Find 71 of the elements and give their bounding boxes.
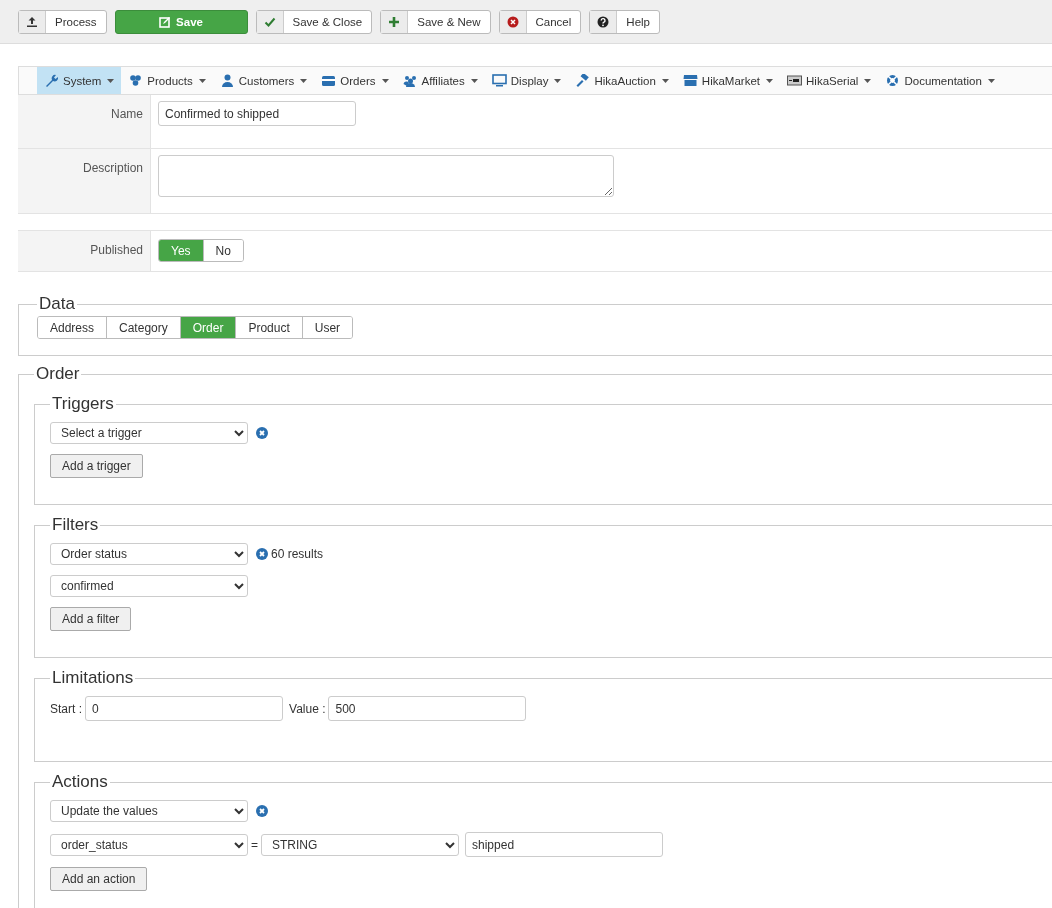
section-title: Filters [51, 515, 100, 535]
add-filter-button[interactable]: Add a filter [50, 607, 132, 631]
field-label: Published [90, 243, 143, 257]
caret-icon [300, 78, 308, 83]
remove-icon[interactable] [256, 805, 268, 817]
edit-icon [159, 15, 172, 28]
action-select[interactable]: Update the values [50, 800, 248, 822]
menu-item[interactable]: Documentation [878, 67, 1002, 94]
caret-icon [766, 78, 773, 83]
plus-icon [388, 15, 401, 28]
card-icon [321, 74, 337, 87]
start-input[interactable]: 0 [85, 696, 283, 721]
toolbar-button[interactable]: Process [18, 9, 107, 34]
status-select[interactable]: confirmed [50, 575, 248, 597]
menu-item[interactable]: Customers [212, 67, 315, 94]
add-action-button[interactable]: Add an action [50, 867, 148, 891]
tab[interactable]: User [301, 317, 353, 338]
toolbar-button[interactable]: Help [589, 9, 660, 34]
check-icon [263, 15, 276, 28]
cancel-icon [506, 15, 519, 28]
section-title: Triggers [51, 394, 115, 414]
section-title: Actions [51, 772, 109, 792]
toggle-option[interactable]: No [202, 240, 243, 261]
value-label: Value : [289, 701, 326, 716]
toolbar-button[interactable]: Save & New [380, 9, 491, 34]
start-label: Start : [50, 701, 82, 716]
menu-item[interactable]: Affiliates [395, 67, 485, 94]
equals-sign: = [251, 837, 258, 852]
upload-icon [26, 15, 38, 28]
hammer-icon [575, 74, 591, 87]
ticket-icon [787, 74, 802, 87]
add-trigger-button[interactable]: Add a trigger [50, 454, 143, 478]
caret-icon [381, 78, 389, 83]
caret-icon [554, 78, 562, 83]
caret-icon [107, 78, 115, 83]
help-icon [597, 15, 610, 28]
remove-icon[interactable] [256, 427, 268, 439]
toolbar-button[interactable]: Cancel [498, 9, 582, 34]
caret-icon [987, 78, 995, 83]
store-icon [682, 74, 698, 87]
caret-icon [864, 78, 872, 83]
menu-item[interactable]: HikaSerial [780, 67, 879, 94]
menu-item[interactable]: Display [484, 67, 569, 94]
menu-item[interactable]: HikaAuction [568, 67, 676, 94]
name-input[interactable]: Confirmed to shipped [158, 101, 356, 126]
menu-item[interactable]: System [37, 67, 122, 94]
field-label: Name [111, 107, 143, 121]
field-label: Description [82, 161, 143, 175]
section-title: Data [38, 294, 76, 314]
trigger-select[interactable]: Select a trigger [50, 422, 248, 444]
caret-icon [470, 78, 478, 83]
field-select[interactable]: order_status [50, 833, 248, 856]
monitor-icon [491, 74, 507, 87]
remove-icon[interactable] [256, 548, 268, 560]
wrench-icon [44, 74, 59, 87]
menu-item[interactable]: HikaMarket [675, 67, 780, 94]
section-title: Limitations [51, 668, 135, 688]
users-icon [402, 74, 418, 87]
caret-icon [661, 78, 669, 83]
value-input[interactable]: shipped [465, 832, 663, 857]
user-icon [219, 74, 235, 87]
results-count: 60 results [271, 547, 324, 561]
filter-select[interactable]: Order status [50, 543, 248, 565]
toolbar-button[interactable]: Save & Close [255, 9, 373, 34]
menu-item[interactable]: Orders [314, 67, 396, 94]
lifebuoy-icon [885, 74, 901, 87]
value-input[interactable]: 500 [328, 696, 527, 721]
section-title: Order [35, 364, 81, 384]
menu-item[interactable]: Products [121, 67, 213, 94]
caret-icon [198, 78, 206, 83]
type-select[interactable]: STRING [261, 833, 459, 856]
